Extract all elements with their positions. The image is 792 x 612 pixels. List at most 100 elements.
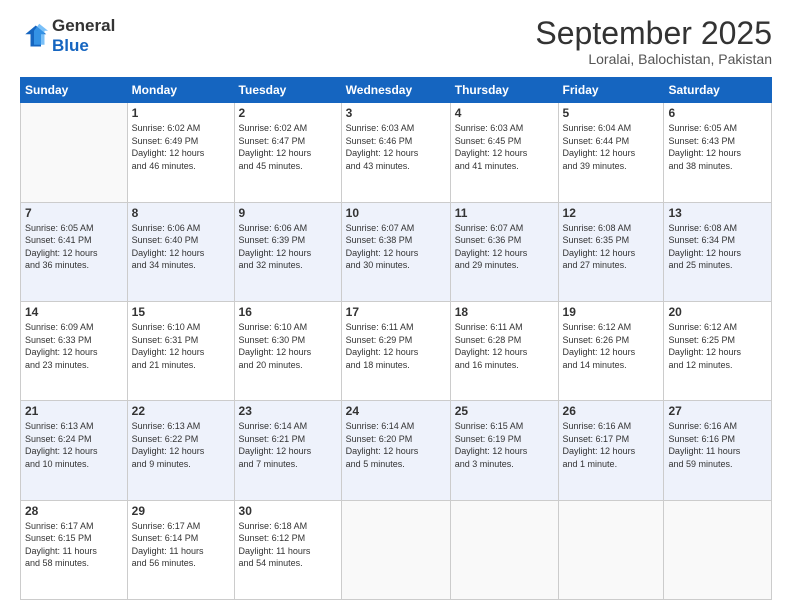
table-row: 28 Sunrise: 6:17 AM Sunset: 6:15 PM Dayli… [21,500,128,599]
table-row [450,500,558,599]
table-row: 17 Sunrise: 6:11 AM Sunset: 6:29 PM Dayli… [341,301,450,400]
day-number: 13 [668,206,767,220]
day-number: 7 [25,206,123,220]
day-info: Sunrise: 6:15 AM Sunset: 6:19 PM Dayligh… [455,420,554,470]
table-row: 7 Sunrise: 6:05 AM Sunset: 6:41 PM Daylig… [21,202,128,301]
day-info: Sunrise: 6:07 AM Sunset: 6:36 PM Dayligh… [455,222,554,272]
day-number: 2 [239,106,337,120]
day-info: Sunrise: 6:18 AM Sunset: 6:12 PM Dayligh… [239,520,337,570]
day-number: 23 [239,404,337,418]
day-info: Sunrise: 6:11 AM Sunset: 6:29 PM Dayligh… [346,321,446,371]
day-info: Sunrise: 6:05 AM Sunset: 6:43 PM Dayligh… [668,122,767,172]
table-row: 3 Sunrise: 6:03 AM Sunset: 6:46 PM Daylig… [341,103,450,202]
day-number: 9 [239,206,337,220]
day-info: Sunrise: 6:02 AM Sunset: 6:47 PM Dayligh… [239,122,337,172]
table-row: 2 Sunrise: 6:02 AM Sunset: 6:47 PM Daylig… [234,103,341,202]
month-title: September 2025 [535,16,772,51]
day-info: Sunrise: 6:05 AM Sunset: 6:41 PM Dayligh… [25,222,123,272]
table-row: 16 Sunrise: 6:10 AM Sunset: 6:30 PM Dayli… [234,301,341,400]
day-number: 18 [455,305,554,319]
day-number: 20 [668,305,767,319]
day-number: 22 [132,404,230,418]
day-number: 27 [668,404,767,418]
day-info: Sunrise: 6:14 AM Sunset: 6:21 PM Dayligh… [239,420,337,470]
logo-icon [20,22,48,50]
table-row [341,500,450,599]
title-block: September 2025 Loralai, Balochistan, Pak… [535,16,772,67]
day-info: Sunrise: 6:17 AM Sunset: 6:14 PM Dayligh… [132,520,230,570]
day-info: Sunrise: 6:09 AM Sunset: 6:33 PM Dayligh… [25,321,123,371]
day-info: Sunrise: 6:11 AM Sunset: 6:28 PM Dayligh… [455,321,554,371]
day-info: Sunrise: 6:14 AM Sunset: 6:20 PM Dayligh… [346,420,446,470]
day-info: Sunrise: 6:16 AM Sunset: 6:17 PM Dayligh… [563,420,660,470]
table-row: 30 Sunrise: 6:18 AM Sunset: 6:12 PM Dayli… [234,500,341,599]
day-number: 28 [25,504,123,518]
day-info: Sunrise: 6:04 AM Sunset: 6:44 PM Dayligh… [563,122,660,172]
calendar-table: Sunday Monday Tuesday Wednesday Thursday… [20,77,772,600]
day-number: 11 [455,206,554,220]
day-info: Sunrise: 6:08 AM Sunset: 6:35 PM Dayligh… [563,222,660,272]
day-info: Sunrise: 6:06 AM Sunset: 6:40 PM Dayligh… [132,222,230,272]
day-number: 25 [455,404,554,418]
day-info: Sunrise: 6:10 AM Sunset: 6:31 PM Dayligh… [132,321,230,371]
table-row: 1Sunrise: 6:02 AM Sunset: 6:49 PM Daylig… [127,103,234,202]
table-row: 13Sunrise: 6:08 AM Sunset: 6:34 PM Dayli… [664,202,772,301]
table-row: 15 Sunrise: 6:10 AM Sunset: 6:31 PM Dayli… [127,301,234,400]
day-info: Sunrise: 6:12 AM Sunset: 6:25 PM Dayligh… [668,321,767,371]
day-info: Sunrise: 6:06 AM Sunset: 6:39 PM Dayligh… [239,222,337,272]
day-info: Sunrise: 6:10 AM Sunset: 6:30 PM Dayligh… [239,321,337,371]
day-number: 16 [239,305,337,319]
table-row: 25 Sunrise: 6:15 AM Sunset: 6:19 PM Dayli… [450,401,558,500]
day-number: 6 [668,106,767,120]
table-row [558,500,664,599]
day-info: Sunrise: 6:07 AM Sunset: 6:38 PM Dayligh… [346,222,446,272]
day-number: 29 [132,504,230,518]
day-number: 5 [563,106,660,120]
day-info: Sunrise: 6:13 AM Sunset: 6:24 PM Dayligh… [25,420,123,470]
table-row: 12 Sunrise: 6:08 AM Sunset: 6:35 PM Dayli… [558,202,664,301]
day-number: 24 [346,404,446,418]
calendar-week-row: 28 Sunrise: 6:17 AM Sunset: 6:15 PM Dayli… [21,500,772,599]
day-number: 12 [563,206,660,220]
col-monday: Monday [127,78,234,103]
day-number: 15 [132,305,230,319]
col-thursday: Thursday [450,78,558,103]
col-tuesday: Tuesday [234,78,341,103]
table-row [21,103,128,202]
calendar-header-row: Sunday Monday Tuesday Wednesday Thursday… [21,78,772,103]
day-info: Sunrise: 6:02 AM Sunset: 6:49 PM Dayligh… [132,122,230,172]
col-friday: Friday [558,78,664,103]
col-wednesday: Wednesday [341,78,450,103]
day-number: 26 [563,404,660,418]
table-row: 14 Sunrise: 6:09 AM Sunset: 6:33 PM Dayli… [21,301,128,400]
calendar-week-row: 7 Sunrise: 6:05 AM Sunset: 6:41 PM Daylig… [21,202,772,301]
page: General Blue September 2025 Loralai, Bal… [0,0,792,612]
day-number: 14 [25,305,123,319]
table-row: 26 Sunrise: 6:16 AM Sunset: 6:17 PM Dayli… [558,401,664,500]
day-number: 19 [563,305,660,319]
day-number: 21 [25,404,123,418]
day-number: 4 [455,106,554,120]
day-info: Sunrise: 6:03 AM Sunset: 6:45 PM Dayligh… [455,122,554,172]
table-row: 20 Sunrise: 6:12 AM Sunset: 6:25 PM Dayli… [664,301,772,400]
table-row: 24 Sunrise: 6:14 AM Sunset: 6:20 PM Dayli… [341,401,450,500]
table-row: 6 Sunrise: 6:05 AM Sunset: 6:43 PM Daylig… [664,103,772,202]
col-saturday: Saturday [664,78,772,103]
table-row: 22 Sunrise: 6:13 AM Sunset: 6:22 PM Dayli… [127,401,234,500]
logo: General Blue [20,16,115,55]
day-info: Sunrise: 6:13 AM Sunset: 6:22 PM Dayligh… [132,420,230,470]
table-row: 23 Sunrise: 6:14 AM Sunset: 6:21 PM Dayli… [234,401,341,500]
day-number: 10 [346,206,446,220]
day-number: 3 [346,106,446,120]
day-number: 8 [132,206,230,220]
day-info: Sunrise: 6:03 AM Sunset: 6:46 PM Dayligh… [346,122,446,172]
table-row: 5 Sunrise: 6:04 AM Sunset: 6:44 PM Daylig… [558,103,664,202]
day-number: 30 [239,504,337,518]
table-row: 18 Sunrise: 6:11 AM Sunset: 6:28 PM Dayli… [450,301,558,400]
day-info: Sunrise: 6:17 AM Sunset: 6:15 PM Dayligh… [25,520,123,570]
table-row: 8 Sunrise: 6:06 AM Sunset: 6:40 PM Daylig… [127,202,234,301]
col-sunday: Sunday [21,78,128,103]
table-row: 29 Sunrise: 6:17 AM Sunset: 6:14 PM Dayli… [127,500,234,599]
table-row: 27Sunrise: 6:16 AM Sunset: 6:16 PM Dayli… [664,401,772,500]
day-number: 17 [346,305,446,319]
